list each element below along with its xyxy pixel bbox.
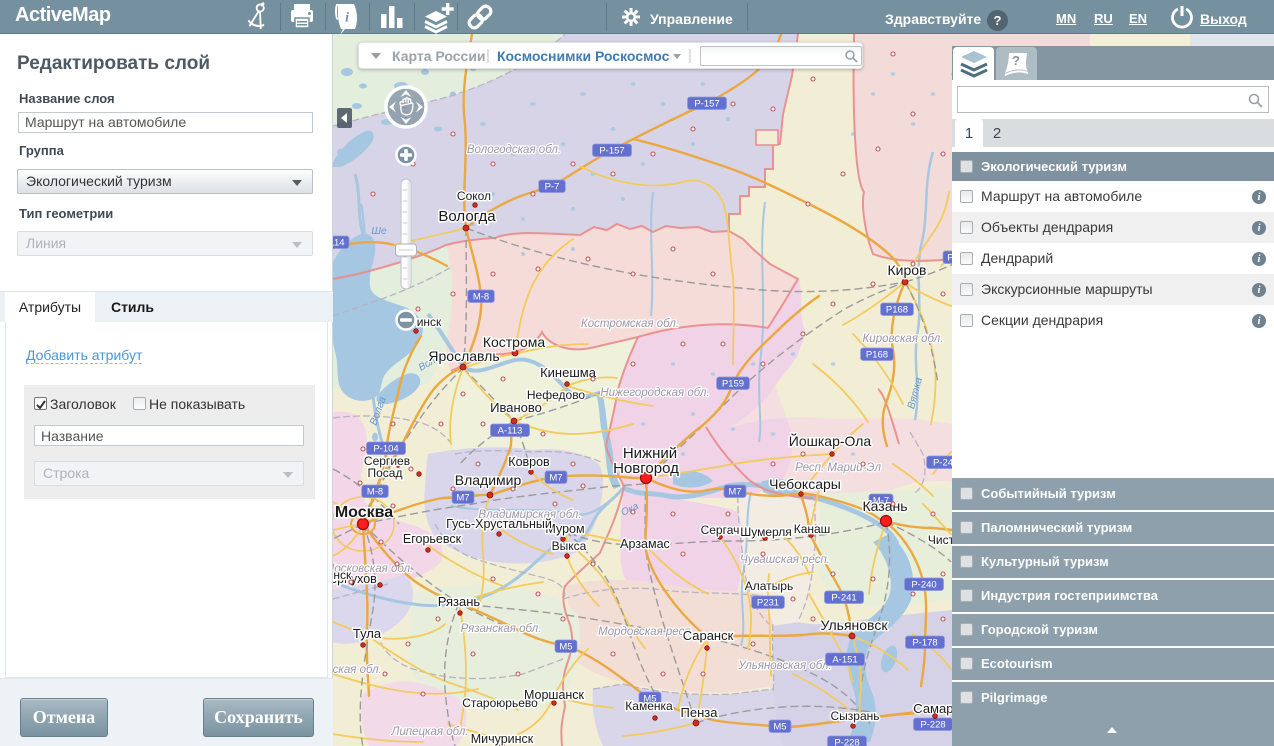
svg-text:Липецкая обл.: Липецкая обл. (390, 726, 468, 738)
svg-text:М7: М7 (549, 473, 562, 484)
svg-text:Вологодская обл.: Вологодская обл. (467, 144, 561, 156)
svg-text:Саранск: Саранск (683, 628, 734, 643)
svg-text:Сызрань: Сызрань (830, 709, 879, 723)
svg-text:Р168: Р168 (866, 350, 888, 361)
svg-text:Р-228: Р-228 (834, 738, 859, 746)
svg-text:Егорьевск: Егорьевск (403, 532, 462, 546)
svg-text:А-151: А-151 (832, 655, 857, 666)
svg-text:Посад: Посад (368, 466, 403, 480)
svg-text:Шумерля: Шумерля (740, 525, 792, 539)
svg-text:Казань: Казань (862, 498, 907, 514)
svg-text:Чист: Чист (928, 533, 955, 547)
svg-text:Р168: Р168 (886, 305, 908, 316)
svg-text:Нижегородская обл.: Нижегородская обл. (600, 387, 709, 399)
svg-text:Ульяновск: Ульяновск (821, 617, 889, 633)
svg-text:Выкса: Выкса (552, 539, 587, 553)
svg-text:М5: М5 (559, 642, 572, 653)
svg-text:Москва: Москва (335, 504, 393, 521)
svg-text:Р-240: Р-240 (911, 580, 936, 591)
svg-text:Респ. Марий-Эл: Респ. Марий-Эл (795, 462, 881, 474)
svg-text:Мордовская респ.: Мордовская респ. (598, 626, 694, 638)
svg-text:Р-104: Р-104 (373, 444, 398, 455)
svg-text:Алатырь: Алатырь (745, 579, 793, 593)
svg-text:инск: инск (333, 568, 352, 582)
svg-text:Гусь-Хрустальный: Гусь-Хрустальный (446, 517, 552, 531)
svg-text:Канаш: Канаш (794, 522, 831, 536)
svg-text:М7: М7 (456, 493, 469, 504)
svg-text:Мичуринск: Мичуринск (471, 732, 534, 746)
svg-text:Новгород: Новгород (613, 460, 679, 477)
svg-text:Иваново: Иваново (490, 400, 542, 415)
svg-text:М-8: М-8 (367, 487, 383, 498)
svg-text:Рязанская обл.: Рязанская обл. (461, 623, 542, 635)
svg-text:?: ? (1012, 53, 1020, 68)
svg-text:Ярославль: Ярославль (428, 348, 499, 364)
svg-text:льская обл.: льская обл. (333, 664, 382, 676)
svg-text:Р-241: Р-241 (831, 593, 856, 604)
svg-text:Йошкар-Ола: Йошкар-Ола (789, 432, 872, 449)
svg-text:Р231: Р231 (757, 598, 779, 609)
svg-text:Кострома: Кострома (483, 334, 546, 350)
svg-text:Рязань: Рязань (438, 594, 481, 609)
svg-text:Киров: Киров (888, 262, 927, 278)
svg-text:Кинешма: Кинешма (540, 365, 597, 380)
svg-text:Ульяновская обл.: Ульяновская обл. (737, 660, 831, 672)
svg-text:М7: М7 (728, 487, 741, 498)
svg-text:Р-157: Р-157 (694, 99, 719, 110)
svg-text:Кировская обл.: Кировская обл. (863, 333, 944, 345)
svg-text:Чувашская респ.: Чувашская респ. (740, 554, 830, 566)
svg-text:Пенза: Пенза (681, 705, 719, 720)
svg-text:Сергач: Сергач (701, 523, 740, 537)
svg-text:Староюрьево: Староюрьево (462, 696, 538, 710)
svg-text:Владимир: Владимир (455, 472, 522, 488)
svg-text:Р159: Р159 (722, 379, 744, 390)
svg-text:Р-24: Р-24 (933, 458, 953, 469)
svg-text:Р-228: Р-228 (920, 720, 945, 731)
svg-text:Р-178: Р-178 (912, 638, 937, 649)
svg-text:Костромская обл.: Костромская обл. (581, 318, 679, 330)
svg-text:Каменка: Каменка (625, 699, 673, 713)
svg-text:Арзамас: Арзамас (620, 537, 670, 551)
svg-text:М5: М5 (773, 722, 786, 733)
svg-text:Ковров: Ковров (508, 455, 550, 469)
svg-text:Р-157: Р-157 (599, 146, 624, 157)
svg-text:i: i (345, 11, 349, 26)
svg-text:Чебоксары: Чебоксары (769, 476, 841, 492)
svg-text:А-113: А-113 (498, 426, 523, 437)
svg-text:Тула: Тула (353, 626, 382, 641)
svg-text:Р-7: Р-7 (545, 182, 560, 193)
